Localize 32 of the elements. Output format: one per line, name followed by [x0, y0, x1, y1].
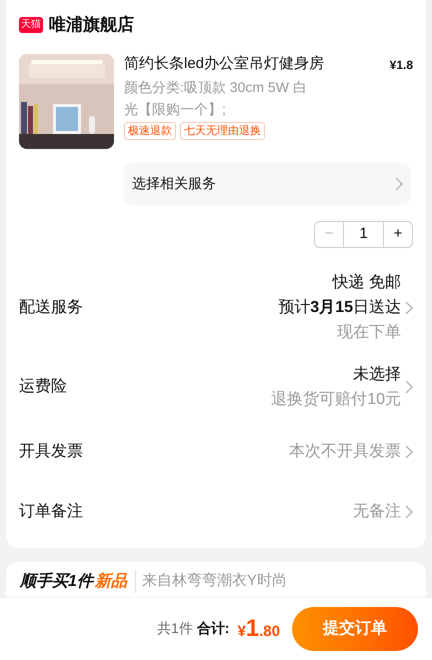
services-selector[interactable]: 选择相关服务 [124, 162, 411, 204]
option-value: 未选择 [353, 364, 401, 384]
plus-button[interactable]: + [383, 222, 412, 246]
option-value: 本次不开具发票 [289, 442, 401, 462]
option-value: 退换货可赔付10元 [271, 390, 401, 410]
order-option-row[interactable]: 配送服务 快递 免邮 预计3月15日送达 现在下单 [19, 264, 413, 352]
store-name: 唯浦旗舰店 [49, 14, 134, 36]
store-badge: 天猫 [19, 16, 43, 33]
product-variant: 颜色分类:吸顶款 30cm 5W 白光【限购一个】; [124, 78, 308, 118]
option-value: 快递 免邮 [332, 272, 401, 293]
upsell-source: 来自林弯弯潮衣Y时尚 [134, 570, 287, 593]
quantity-value: 1 [358, 224, 369, 244]
chevron-right-icon [405, 380, 413, 394]
order-option-row[interactable]: 运费险 未选择 退换货可赔付10元 [19, 352, 413, 422]
order-option-row[interactable]: 开具发票 本次不开具发票 [19, 422, 413, 482]
product-title: 简约长条led办公室吊灯健身房 [124, 54, 324, 74]
service-tag: 七天无理由退换 [180, 122, 265, 140]
chevron-right-icon [405, 504, 413, 518]
chevron-right-icon [405, 444, 413, 458]
option-value: 预计3月15日送达 [278, 298, 401, 318]
total-price: ¥1.80 [237, 614, 280, 644]
service-tag: 极速退款 [124, 122, 176, 140]
product-price: ¥1.8 [390, 56, 413, 74]
upsell-title: 顺手买1件 [20, 571, 93, 592]
chevron-right-icon [405, 300, 413, 314]
chevron-right-icon [395, 176, 403, 190]
order-option-row[interactable]: 订单备注 无备注 [19, 482, 413, 542]
total-label: 合计: [196, 619, 230, 638]
option-value: 现在下单 [337, 323, 401, 343]
option-value: 无备注 [353, 502, 401, 522]
item-count: 共1件 [156, 619, 193, 638]
new-label: 新品 [94, 571, 127, 592]
